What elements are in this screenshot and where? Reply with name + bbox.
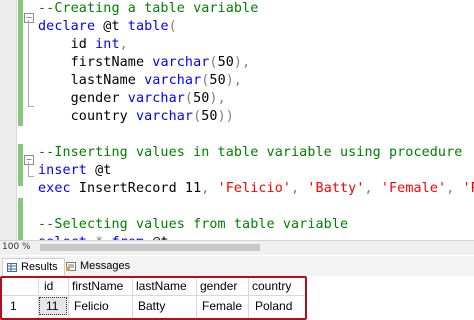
string-literal: 'Poland'	[462, 181, 474, 196]
keyword: varchar	[135, 109, 194, 124]
result-highlight-box	[0, 276, 307, 320]
code-token: (	[184, 91, 194, 106]
fold-guide	[28, 20, 29, 106]
code-token: @t	[95, 19, 128, 34]
code-token: ,	[291, 181, 308, 196]
fold-guide-end	[28, 106, 34, 107]
collapse-icon[interactable]: −	[24, 155, 34, 165]
code-line[interactable]: country varchar(50))	[38, 108, 234, 126]
keyword: varchar	[152, 55, 210, 70]
zoom-level[interactable]: 100 %	[2, 242, 31, 252]
code-line[interactable]: lastName varchar(50),	[38, 72, 242, 90]
code-token: firstName	[38, 55, 153, 70]
code-token: lastName	[38, 73, 145, 88]
code-line[interactable]: --Creating a table variable	[38, 0, 258, 18]
keyword: declare	[38, 19, 96, 34]
keyword: int	[95, 37, 120, 52]
code-token: (	[209, 55, 218, 70]
fold-guide	[28, 162, 29, 176]
grid-icon	[7, 263, 17, 272]
code-token: ,	[364, 181, 381, 196]
code-token: ,	[119, 37, 128, 52]
code-token: 50	[201, 109, 218, 124]
string-literal: 'Batty'	[307, 181, 365, 196]
code-token: 50	[209, 73, 226, 88]
fold-guide-end	[28, 176, 34, 177]
code-token: 50	[193, 91, 210, 106]
code-line[interactable]: --Selecting values from table variable	[38, 216, 348, 234]
keyword: varchar	[127, 91, 185, 106]
change-indicator	[18, 0, 23, 126]
keyword: exec	[38, 181, 71, 196]
code-line[interactable]: --Inserting values in table variable usi…	[38, 144, 462, 162]
tab-messages[interactable]: Messages	[62, 258, 136, 275]
code-token: 50	[217, 55, 234, 70]
comment: --Selecting values from table variable	[38, 217, 349, 232]
code-line[interactable]: id int,	[38, 36, 128, 54]
code-line[interactable]: declare @t table(	[38, 18, 177, 36]
code-token: id	[38, 37, 96, 52]
results-tabs: Results Messages	[0, 256, 474, 277]
string-literal: 'Female'	[380, 181, 447, 196]
collapse-icon[interactable]: −	[24, 13, 34, 23]
comment: --Inserting values in table variable usi…	[38, 145, 463, 160]
code-line[interactable]: insert @t	[38, 162, 111, 180]
code-line[interactable]: gender varchar(50),	[38, 90, 226, 108]
messages-icon	[66, 262, 76, 271]
query-editor[interactable]: − − --Creating a table variable declare @…	[0, 0, 474, 240]
code-token: ,	[446, 181, 463, 196]
change-indicator	[18, 198, 23, 240]
code-line[interactable]: firstName varchar(50),	[38, 54, 251, 72]
code-token: (	[168, 19, 177, 34]
hscroll-thumb[interactable]	[40, 244, 260, 251]
keyword: varchar	[144, 73, 202, 88]
keyword: table	[127, 19, 169, 34]
editor-gutter	[0, 0, 17, 240]
tab-results[interactable]: Results	[2, 258, 65, 276]
code-token: InsertRecord 11	[70, 181, 202, 196]
tab-results-label: Results	[21, 261, 58, 273]
code-token: gender	[38, 91, 128, 106]
code-token: ,	[201, 181, 218, 196]
change-indicator	[18, 144, 23, 186]
code-token: ))	[217, 109, 234, 124]
editor-hscroll[interactable]: 100 %	[0, 240, 474, 255]
code-token: ),	[225, 73, 243, 88]
string-literal: 'Felicio'	[217, 181, 292, 196]
code-token: ),	[233, 55, 251, 70]
keyword: insert	[38, 163, 87, 178]
code-token: country	[38, 109, 136, 124]
tab-messages-label: Messages	[80, 260, 131, 272]
code-token: @t	[86, 163, 112, 178]
code-line[interactable]: exec InsertRecord 11, 'Felicio', 'Batty'…	[38, 180, 474, 198]
code-token: ),	[209, 91, 226, 106]
comment: --Creating a table variable	[38, 1, 259, 16]
